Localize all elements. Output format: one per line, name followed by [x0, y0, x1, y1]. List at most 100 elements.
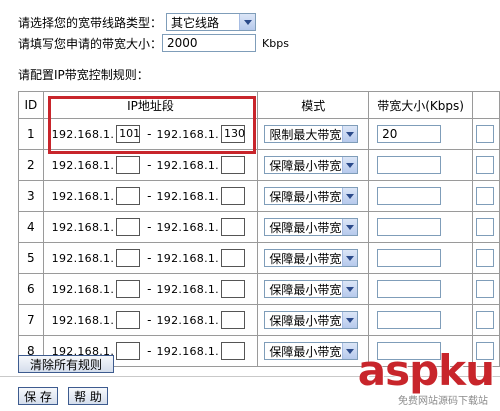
line-type-label: 请选择您的宽带线路类型：	[18, 15, 163, 30]
clear-rules-button[interactable]: 清除所有规则	[18, 355, 114, 373]
bandwidth-value-input[interactable]: 20	[377, 125, 442, 143]
chevron-down-icon[interactable]	[342, 312, 358, 328]
ip-end-input[interactable]	[220, 249, 245, 267]
ip-prefix-start: 192.168.1.	[51, 189, 115, 203]
extra-input[interactable]	[476, 156, 495, 174]
ip-range-dash: -	[147, 189, 152, 203]
ip-range-dash: -	[147, 313, 152, 327]
ip-end-input[interactable]	[220, 156, 245, 174]
save-button[interactable]: 保 存	[18, 387, 58, 405]
ip-range-cell: 192.168.1. -192.168.1.	[42, 180, 259, 212]
ip-start-input[interactable]	[116, 156, 141, 174]
ip-end-input[interactable]	[220, 311, 245, 329]
chevron-down-icon[interactable]	[342, 188, 358, 204]
chevron-down-icon[interactable]	[342, 343, 358, 359]
bandwidth-cell	[368, 304, 474, 336]
line-type-select[interactable]: 其它线路	[166, 13, 257, 31]
ip-prefix-end: 192.168.1.	[156, 158, 219, 172]
mode-selected: 保障最小带宽	[269, 313, 342, 328]
extra-input[interactable]	[476, 311, 495, 329]
ip-prefix-end: 192.168.1.	[156, 344, 219, 358]
mode-select[interactable]: 限制最大带宽	[264, 125, 359, 143]
ip-range-dash: -	[147, 127, 152, 141]
ip-prefix-end: 192.168.1.	[156, 251, 219, 265]
bandwidth-value-input[interactable]	[377, 156, 442, 174]
help-button[interactable]: 帮 助	[68, 387, 108, 405]
bandwidth-value-input[interactable]	[377, 249, 442, 267]
bandwidth-row: 请填写您申请的带宽大小： 2000 Kbps	[18, 34, 289, 52]
bandwidth-value-input[interactable]	[377, 280, 442, 298]
ip-range-cell: 192.168.1. 101-192.168.1. 130	[42, 118, 259, 150]
ip-start-input[interactable]	[116, 342, 141, 360]
extra-cell	[472, 180, 500, 212]
header-ip-range: IP地址段	[42, 91, 259, 119]
mode-cell: 保障最小带宽	[257, 335, 370, 367]
chevron-down-icon[interactable]	[342, 250, 358, 266]
ip-range-cell: 192.168.1. -192.168.1.	[42, 242, 259, 274]
extra-cell	[472, 273, 500, 305]
ip-start-input[interactable]	[116, 311, 141, 329]
mode-cell: 限制最大带宽	[257, 118, 370, 150]
ip-prefix-start: 192.168.1.	[51, 220, 115, 234]
ip-range-cell: 192.168.1. -192.168.1.	[42, 304, 259, 336]
mode-cell: 保障最小带宽	[257, 273, 370, 305]
chevron-down-icon[interactable]	[342, 157, 358, 173]
ip-range-dash: -	[147, 282, 152, 296]
ip-end-input[interactable]: 130	[220, 125, 245, 143]
mode-selected: 限制最大带宽	[269, 127, 342, 142]
mode-select[interactable]: 保障最小带宽	[264, 249, 359, 267]
mode-selected: 保障最小带宽	[269, 251, 342, 266]
extra-input[interactable]	[476, 218, 495, 236]
mode-select[interactable]: 保障最小带宽	[264, 218, 359, 236]
line-type-selected: 其它线路	[171, 15, 220, 30]
ip-range-dash: -	[147, 220, 152, 234]
table-row: 3 192.168.1. -192.168.1. 保障最小带宽	[18, 180, 500, 212]
ip-start-input[interactable]	[116, 280, 141, 298]
ip-start-input[interactable]: 101	[116, 125, 141, 143]
ip-end-input[interactable]	[220, 342, 245, 360]
bandwidth-value-input[interactable]	[377, 187, 442, 205]
mode-select[interactable]: 保障最小带宽	[264, 311, 359, 329]
rules-label: 请配置IP带宽控制规则：	[18, 68, 149, 82]
bandwidth-value-input[interactable]	[377, 311, 442, 329]
extra-cell	[472, 304, 500, 336]
mode-selected: 保障最小带宽	[269, 158, 342, 173]
mode-select[interactable]: 保障最小带宽	[264, 187, 359, 205]
mode-select[interactable]: 保障最小带宽	[264, 342, 359, 360]
ip-start-input[interactable]	[116, 249, 141, 267]
chevron-down-icon[interactable]	[342, 281, 358, 297]
ip-end-input[interactable]	[220, 187, 245, 205]
mode-selected: 保障最小带宽	[269, 344, 342, 359]
extra-cell	[472, 149, 500, 181]
row-id: 2	[18, 149, 44, 181]
extra-input[interactable]	[476, 249, 495, 267]
mode-cell: 保障最小带宽	[257, 180, 370, 212]
ip-start-input[interactable]	[116, 218, 141, 236]
extra-input[interactable]	[476, 125, 495, 143]
table-row: 1 192.168.1. 101-192.168.1. 130 限制最大带宽 20	[18, 118, 500, 150]
bandwidth-unit: Kbps	[262, 36, 289, 50]
chevron-down-icon[interactable]	[239, 14, 256, 30]
extra-input[interactable]	[476, 187, 495, 205]
ip-prefix-start: 192.168.1.	[51, 282, 115, 296]
mode-selected: 保障最小带宽	[269, 189, 342, 204]
ip-end-input[interactable]	[220, 280, 245, 298]
bandwidth-cell	[368, 273, 474, 305]
ip-range-cell: 192.168.1. -192.168.1.	[42, 273, 259, 305]
ip-end-input[interactable]	[220, 218, 245, 236]
header-mode: 模式	[257, 91, 370, 119]
chevron-down-icon[interactable]	[342, 126, 358, 142]
ip-range-dash: -	[147, 158, 152, 172]
ip-prefix-end: 192.168.1.	[156, 127, 219, 141]
mode-select[interactable]: 保障最小带宽	[264, 280, 359, 298]
chevron-down-icon[interactable]	[342, 219, 358, 235]
bandwidth-input[interactable]: 2000	[162, 34, 257, 52]
ip-prefix-end: 192.168.1.	[156, 220, 219, 234]
rules-table-body: 1 192.168.1. 101-192.168.1. 130 限制最大带宽 20 2 192…	[18, 118, 500, 367]
ip-start-input[interactable]	[116, 187, 141, 205]
bandwidth-value-input[interactable]	[377, 218, 442, 236]
ip-prefix-end: 192.168.1.	[156, 282, 219, 296]
mode-select[interactable]: 保障最小带宽	[264, 156, 359, 174]
extra-input[interactable]	[476, 280, 495, 298]
row-id: 5	[18, 242, 44, 274]
